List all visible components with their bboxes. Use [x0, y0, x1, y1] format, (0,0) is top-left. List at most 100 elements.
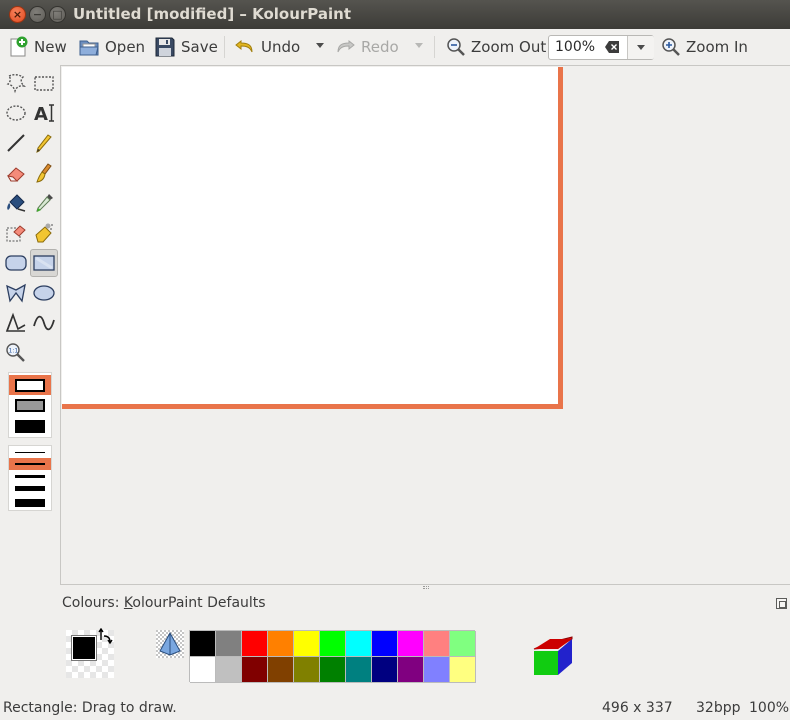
- palette-swatch[interactable]: [216, 657, 242, 683]
- save-button[interactable]: Save: [154, 33, 218, 61]
- fill-style-options: [8, 372, 52, 438]
- palette-swatch[interactable]: [268, 657, 294, 683]
- zoom-level-value[interactable]: 100%: [555, 39, 595, 55]
- new-label: New: [34, 38, 67, 56]
- tool-eraser[interactable]: [3, 160, 29, 186]
- tool-curve[interactable]: [31, 310, 57, 336]
- tool-line[interactable]: [3, 130, 29, 156]
- color-eraser-icon: [6, 225, 26, 242]
- line-width-1[interactable]: [9, 448, 51, 457]
- open-button[interactable]: Open: [78, 33, 145, 61]
- tool-rectangular-selection[interactable]: [31, 70, 57, 96]
- line-width-2[interactable]: [9, 458, 51, 470]
- tool-elliptical-selection[interactable]: [3, 100, 29, 126]
- tool-color-picker[interactable]: [31, 190, 57, 216]
- zoom-in-label: Zoom In: [686, 38, 748, 56]
- swap-colours-icon[interactable]: [98, 628, 116, 646]
- fill-style-outline-bg[interactable]: [9, 396, 51, 416]
- tool-spraycan[interactable]: [31, 220, 57, 246]
- palette-swatch[interactable]: [242, 631, 268, 657]
- palette-swatch[interactable]: [346, 631, 372, 657]
- toolbar-separator: [224, 36, 225, 58]
- maximize-window-button[interactable]: □: [49, 6, 66, 23]
- tool-rounded-rectangle[interactable]: [3, 250, 29, 276]
- ellipse-icon: [33, 285, 55, 301]
- tool-free-form-selection[interactable]: [3, 70, 29, 96]
- palette-swatch[interactable]: [398, 657, 424, 683]
- curve-icon: [33, 315, 55, 331]
- new-button[interactable]: New: [7, 33, 67, 61]
- fill-style-outline[interactable]: [9, 375, 51, 395]
- canvas-resize-handle-bottom[interactable]: [62, 404, 563, 409]
- tool-pen[interactable]: [31, 130, 57, 156]
- svg-text:1:1: 1:1: [9, 348, 19, 355]
- close-window-button[interactable]: ×: [9, 6, 26, 23]
- text-tool-icon: A: [34, 104, 54, 124]
- zoom-out-label: Zoom Out: [471, 38, 547, 56]
- palette-swatch[interactable]: [190, 631, 216, 657]
- rounded-rect-icon: [5, 255, 27, 271]
- tool-color-eraser[interactable]: [3, 220, 29, 246]
- colour-cube-icon[interactable]: [532, 635, 574, 677]
- undo-history-dropdown[interactable]: [316, 43, 324, 48]
- redo-button[interactable]: Redo: [334, 33, 399, 61]
- redo-history-dropdown[interactable]: [415, 43, 423, 48]
- foreground-colour-swatch[interactable]: [72, 636, 96, 660]
- palette-swatch[interactable]: [190, 657, 216, 683]
- open-folder-icon: [79, 40, 99, 56]
- clear-text-icon[interactable]: [605, 41, 619, 53]
- tool-zoom[interactable]: 1:1: [3, 340, 29, 366]
- palette-swatch[interactable]: [372, 631, 398, 657]
- tool-flood-fill[interactable]: [3, 190, 29, 216]
- palette-swatch[interactable]: [398, 631, 424, 657]
- status-bar: Rectangle: Drag to draw. 496 x 337 32bpp…: [0, 698, 790, 720]
- fill-style-solid[interactable]: [9, 417, 51, 437]
- eyedropper-icon: [36, 194, 53, 212]
- tool-connected-lines[interactable]: [3, 310, 29, 336]
- colour-palette: [189, 630, 476, 683]
- tool-rectangle[interactable]: [30, 249, 58, 277]
- float-panel-icon[interactable]: [776, 598, 787, 609]
- zoom-dropdown-button[interactable]: [627, 36, 654, 59]
- maximize-icon: □: [52, 8, 63, 21]
- lasso-icon: [6, 74, 26, 94]
- pencil-icon: [36, 134, 52, 153]
- palette-swatch[interactable]: [216, 631, 242, 657]
- polygon-icon: [6, 283, 26, 303]
- window-title: Untitled [modified] – KolourPaint: [73, 5, 352, 23]
- palette-swatch[interactable]: [320, 657, 346, 683]
- zoom-out-button[interactable]: Zoom Out: [446, 33, 546, 61]
- tool-text[interactable]: A: [31, 100, 57, 126]
- palette-swatch[interactable]: [268, 631, 294, 657]
- line-width-3[interactable]: [9, 471, 51, 482]
- palette-swatch[interactable]: [242, 657, 268, 683]
- canvas-scroll-area[interactable]: [60, 65, 790, 585]
- status-colour-depth: 32bpp: [696, 700, 741, 716]
- line-width-5[interactable]: [9, 483, 51, 495]
- palette-swatch[interactable]: [346, 657, 372, 683]
- tool-polygon[interactable]: [3, 280, 29, 306]
- status-message: Rectangle: Drag to draw.: [3, 700, 177, 716]
- drawing-canvas[interactable]: [62, 67, 558, 404]
- palette-swatch[interactable]: [424, 631, 450, 657]
- palette-swatch[interactable]: [294, 631, 320, 657]
- tool-brush[interactable]: [31, 160, 57, 186]
- undo-button[interactable]: Undo: [234, 33, 300, 61]
- tool-ellipse[interactable]: [31, 280, 57, 306]
- line-width-8[interactable]: [9, 496, 51, 510]
- minimize-window-button[interactable]: −: [29, 6, 46, 23]
- zoom-level-combobox[interactable]: 100%: [548, 35, 654, 60]
- palette-swatch[interactable]: [320, 631, 346, 657]
- colours-label[interactable]: Colours: KolourPaint Defaults: [62, 595, 266, 611]
- transparent-colour-icon[interactable]: [156, 630, 184, 658]
- palette-swatch[interactable]: [450, 631, 476, 657]
- zoom-in-button[interactable]: Zoom In: [661, 33, 748, 61]
- panel-splitter[interactable]: [0, 585, 790, 591]
- palette-swatch[interactable]: [450, 657, 476, 683]
- canvas-resize-handle-right[interactable]: [558, 67, 563, 409]
- palette-swatch[interactable]: [294, 657, 320, 683]
- palette-swatch[interactable]: [372, 657, 398, 683]
- chevron-down-icon: [637, 45, 645, 50]
- palette-swatch[interactable]: [424, 657, 450, 683]
- minimize-icon: −: [32, 8, 43, 21]
